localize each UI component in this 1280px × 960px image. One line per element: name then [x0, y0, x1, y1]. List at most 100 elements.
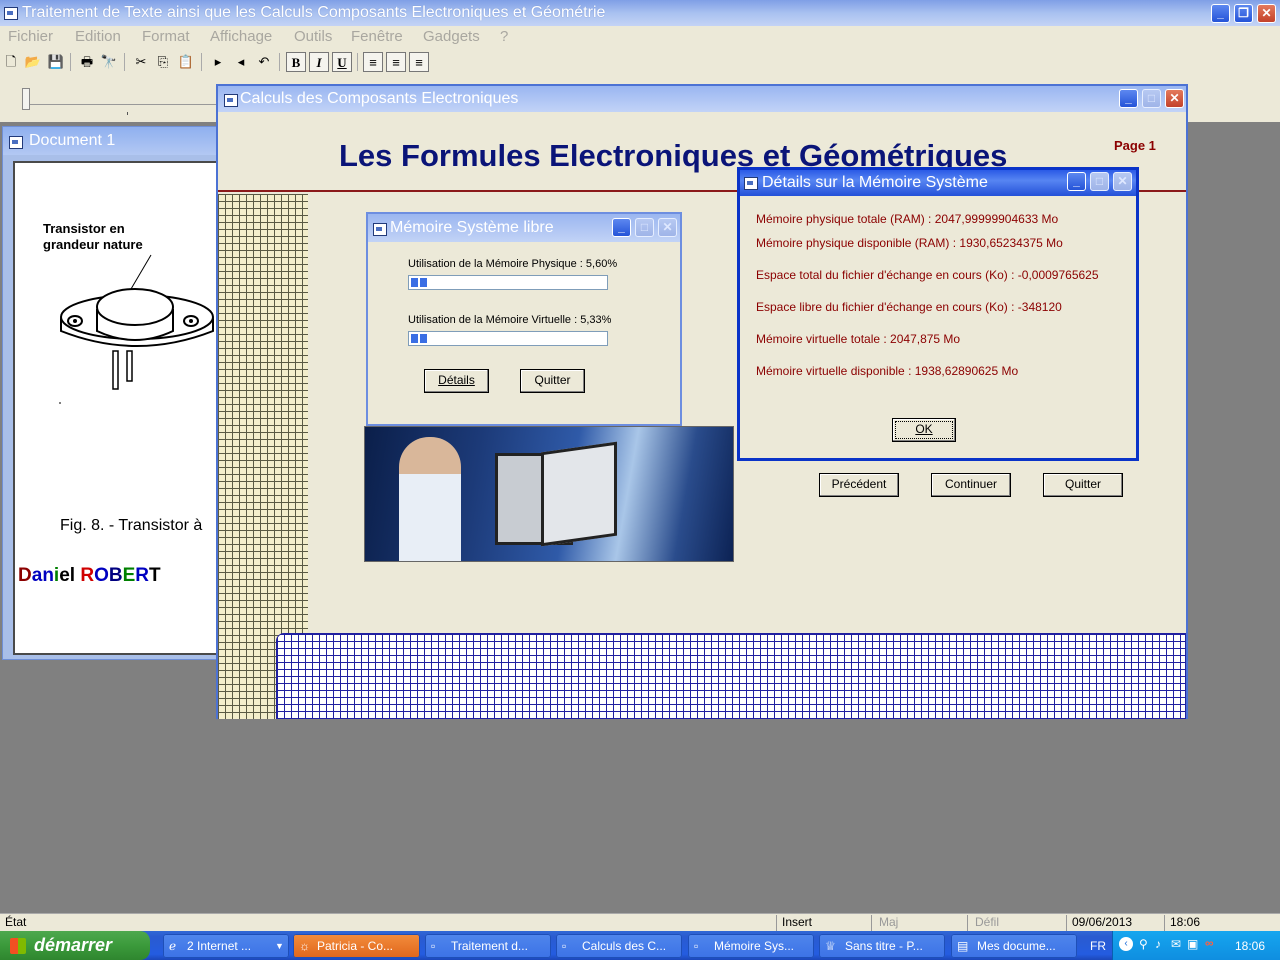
author-letter: e	[59, 565, 70, 586]
author-letter: T	[149, 565, 161, 586]
details-button[interactable]: Détails	[424, 369, 489, 393]
infinity-icon[interactable]: ∞	[1205, 936, 1214, 950]
memory-maximize-button[interactable]: □	[635, 218, 654, 237]
detail-line-virtual-total: Mémoire virtuelle totale : 2047,875 Mo	[756, 332, 961, 346]
language-indicator[interactable]: FR	[1090, 939, 1106, 953]
open-folder-icon[interactable]: 📂	[23, 52, 43, 72]
menu-fichier[interactable]: Fichier	[8, 28, 53, 45]
window-icon: ▫	[562, 939, 567, 953]
start-button[interactable]: démarrer	[0, 931, 150, 960]
ok-button[interactable]: OK	[892, 418, 956, 442]
memory-close-button[interactable]: ✕	[658, 218, 677, 237]
menu-fenetre[interactable]: Fenêtre	[351, 28, 403, 45]
virtual-memory-progress	[408, 331, 608, 346]
continue-button[interactable]: Continuer	[931, 473, 1011, 497]
sound-icon[interactable]: ♪	[1155, 937, 1161, 951]
restore-button[interactable]: ❐	[1234, 4, 1253, 23]
caption-top-2: grandeur nature	[43, 237, 143, 252]
task-traitement[interactable]: ▫ Traitement d...	[425, 934, 551, 958]
figure-caption: Fig. 8. - Transistor à	[60, 517, 203, 534]
author-signature: Daniel ROBERT	[18, 565, 161, 587]
menu-outils[interactable]: Outils	[294, 28, 332, 45]
align-left-icon[interactable]: ≡	[363, 52, 383, 72]
menu-help[interactable]: ?	[500, 28, 508, 45]
menu-gadgets[interactable]: Gadgets	[423, 28, 480, 45]
task-documents[interactable]: ▤ Mes docume...	[951, 934, 1077, 958]
page-label: Page 1	[1114, 138, 1156, 153]
computer-user-image	[364, 426, 734, 562]
window-icon: ▫	[694, 939, 699, 953]
details-maximize-button[interactable]: □	[1090, 172, 1109, 191]
play-forward-icon[interactable]: ▸	[208, 52, 228, 72]
app-title-bar: Traitement de Texte ainsi que les Calcul…	[0, 0, 1280, 26]
calc-window-title: Calculs des Composants Electroniques	[240, 90, 519, 107]
close-button[interactable]: ✕	[1257, 4, 1276, 23]
author-letter: R	[80, 565, 95, 586]
ruler-indent-handle[interactable]	[22, 88, 30, 110]
author-letter: O	[94, 565, 109, 586]
details-window: Détails sur la Mémoire Système _ □ ✕ Mém…	[737, 167, 1139, 461]
play-back-icon[interactable]: ◂	[231, 52, 251, 72]
task-patricia[interactable]: ☼ Patricia - Co...	[293, 934, 420, 958]
task-label: Traitement d...	[451, 939, 528, 953]
menu-format[interactable]: Format	[142, 28, 190, 45]
calc-close-button[interactable]: ✕	[1165, 89, 1184, 108]
task-calculs[interactable]: ▫ Calculs des C...	[556, 934, 682, 958]
underline-button[interactable]: U	[332, 52, 352, 72]
tray-expand-icon[interactable]: ‹	[1119, 937, 1133, 951]
calc-minimize-button[interactable]: _	[1119, 89, 1138, 108]
align-center-icon[interactable]: ≡	[386, 52, 406, 72]
menu-affichage[interactable]: Affichage	[210, 28, 272, 45]
calc-quit-button[interactable]: Quitter	[1043, 473, 1123, 497]
copy-icon[interactable]: ⎘	[153, 52, 173, 72]
save-icon[interactable]: 💾	[46, 52, 66, 72]
physical-memory-progress	[408, 275, 608, 290]
task-label: Mes docume...	[977, 939, 1056, 953]
task-label: Sans titre - P...	[845, 939, 923, 953]
author-letter: R	[135, 565, 150, 586]
memory-window: Mémoire Système libre _ □ ✕ Utilisation …	[366, 212, 682, 426]
task-paint[interactable]: ♕ Sans titre - P...	[819, 934, 945, 958]
calc-maximize-button[interactable]: □	[1142, 89, 1161, 108]
network-icon[interactable]: ⚲	[1139, 937, 1148, 951]
find-icon[interactable]: 🔭	[99, 52, 119, 72]
details-title-bar: Détails sur la Mémoire Système _ □ ✕	[740, 170, 1136, 196]
mail-icon[interactable]: ✉	[1171, 937, 1181, 951]
undo-icon[interactable]: ↶	[254, 52, 274, 72]
transistor-drawing	[59, 254, 214, 404]
app-title: Traitement de Texte ainsi que les Calcul…	[22, 4, 606, 21]
status-insert: Insert	[782, 915, 813, 929]
windows-logo-icon	[10, 938, 26, 954]
new-file-icon[interactable]: 🗋	[1, 52, 21, 72]
details-minimize-button[interactable]: _	[1067, 172, 1086, 191]
start-label: démarrer	[34, 935, 113, 955]
monitor-icon[interactable]: ▣	[1187, 937, 1198, 951]
author-letter: B	[108, 565, 123, 586]
document-page[interactable]: Transistor en grandeur nature Fig. 8. - …	[13, 161, 221, 655]
document-window: Document 1 Transistor en grandeur nature…	[2, 126, 221, 660]
minimize-button[interactable]: _	[1211, 4, 1230, 23]
print-icon[interactable]: 🖶	[77, 52, 97, 72]
status-date: 09/06/2013	[1072, 915, 1133, 929]
italic-button[interactable]: I	[309, 52, 329, 72]
ie-icon: ℯ	[169, 939, 177, 953]
calc-title-bar: Calculs des Composants Electroniques _ □…	[218, 86, 1186, 112]
status-state: État	[5, 915, 27, 929]
task-internet[interactable]: ℯ 2 Internet ... ▼	[163, 934, 289, 958]
memory-minimize-button[interactable]: _	[612, 218, 631, 237]
memory-quit-button[interactable]: Quitter	[520, 369, 585, 393]
task-label: Mémoire Sys...	[714, 939, 795, 953]
details-window-title: Détails sur la Mémoire Système	[762, 174, 988, 191]
menu-edition[interactable]: Edition	[75, 28, 121, 45]
memory-title-bar: Mémoire Système libre _ □ ✕	[368, 214, 680, 242]
document-title: Document 1	[29, 132, 116, 149]
details-close-button[interactable]: ✕	[1113, 172, 1132, 191]
paste-icon[interactable]: 📋	[176, 52, 196, 72]
align-right-icon[interactable]: ≡	[409, 52, 429, 72]
task-memoire[interactable]: ▫ Mémoire Sys...	[688, 934, 814, 958]
blue-grid-panel	[276, 633, 1186, 719]
bold-button[interactable]: B	[286, 52, 306, 72]
task-label: Calculs des C...	[582, 939, 667, 953]
previous-button[interactable]: Précédent	[819, 473, 899, 497]
cut-icon[interactable]: ✂	[131, 52, 151, 72]
